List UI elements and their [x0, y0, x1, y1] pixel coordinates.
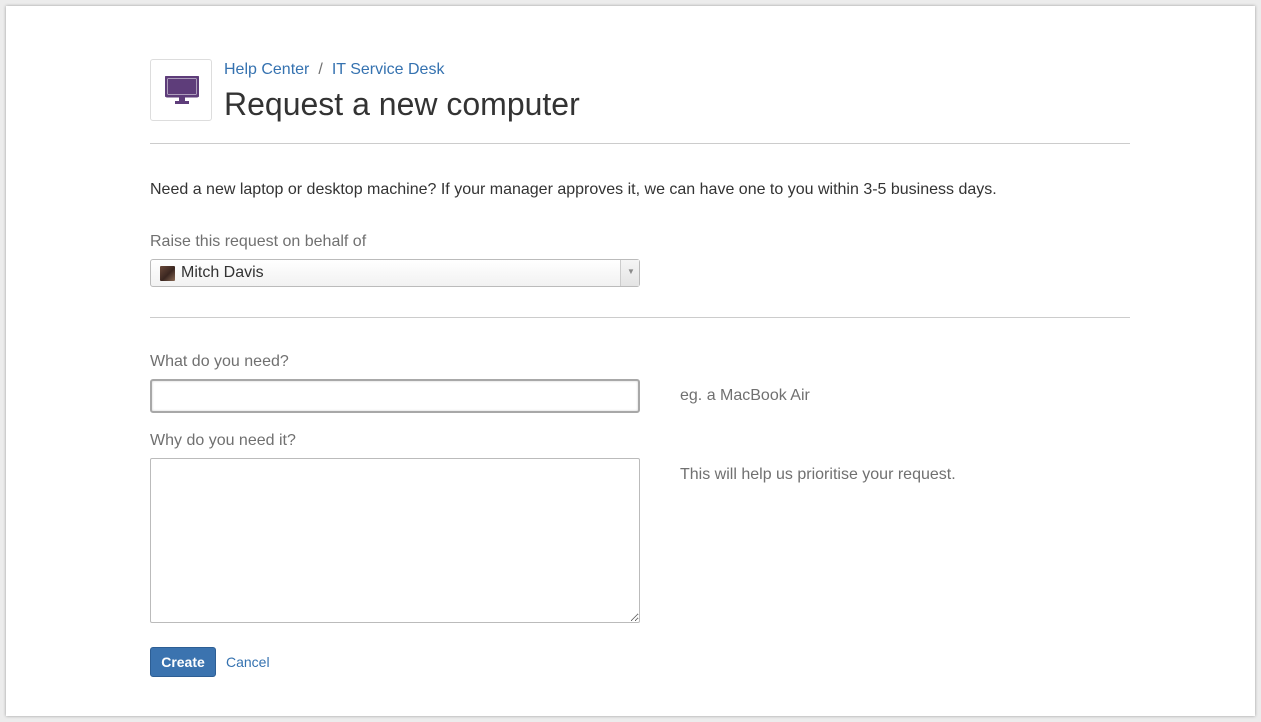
request-form-page: Help Center / IT Service Desk Request a ne… [6, 6, 1255, 716]
page-title: Request a new computer [224, 86, 580, 122]
breadcrumb-help-center[interactable]: Help Center [224, 61, 309, 78]
reason-help-text: This will help us prioritise your reques… [680, 466, 956, 483]
on-behalf-selected-value: Mitch Davis [181, 264, 264, 281]
breadcrumb: Help Center / IT Service Desk [224, 60, 444, 80]
on-behalf-select[interactable]: Mitch Davis ▼ [150, 259, 640, 287]
create-button[interactable]: Create [150, 647, 216, 677]
request-type-icon-box [150, 59, 212, 121]
reason-label: Why do you need it? [150, 432, 296, 449]
avatar [160, 266, 175, 281]
reason-textarea[interactable] [150, 458, 640, 623]
chevron-down-icon: ▼ [627, 267, 635, 276]
section-divider [150, 317, 1130, 318]
cancel-link[interactable]: Cancel [226, 653, 270, 671]
need-input[interactable] [150, 379, 640, 413]
breadcrumb-separator: / [318, 61, 323, 78]
request-header: Help Center / IT Service Desk Request a ne… [150, 59, 1130, 143]
need-help-text: eg. a MacBook Air [680, 387, 810, 404]
dropdown-toggle[interactable]: ▼ [620, 260, 639, 286]
need-label: What do you need? [150, 353, 289, 370]
on-behalf-label: Raise this request on behalf of [150, 233, 367, 250]
header-divider [150, 143, 1130, 144]
breadcrumb-it-service-desk[interactable]: IT Service Desk [332, 61, 445, 78]
request-description: Need a new laptop or desktop machine? If… [150, 181, 997, 198]
monitor-icon [165, 76, 199, 104]
